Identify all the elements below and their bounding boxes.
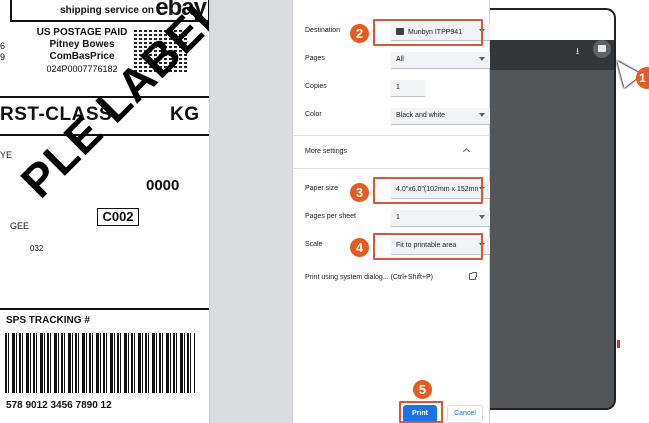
postage-line: US POSTAGE PAID <box>36 27 128 38</box>
print-button-highlight <box>399 401 443 423</box>
open-external-icon[interactable] <box>469 272 477 280</box>
step-badge: 3 <box>350 183 369 202</box>
more-settings-toggle[interactable]: More settings <box>305 143 485 163</box>
pages-value: All <box>396 56 404 63</box>
label-divider <box>0 308 209 310</box>
step-badge: 5 <box>413 380 432 399</box>
printer-icon[interactable] <box>593 40 611 58</box>
pages-per-sheet-label: Pages per sheet <box>305 213 356 220</box>
left-digit: 6 <box>0 41 6 51</box>
step-badge: 1 <box>636 67 649 89</box>
color-row: Color Black and white <box>305 106 491 126</box>
print-dialog: Destination Munbyn ITPP941 Pages All Cop… <box>292 0 491 423</box>
pages-per-sheet-value: 1 <box>396 214 400 221</box>
scale-label: Scale <box>305 241 323 248</box>
chevron-up-icon <box>462 147 471 156</box>
chevron-down-icon <box>479 113 485 117</box>
postage-line: Pitney Bowes <box>49 39 115 50</box>
pages-row: Pages All <box>305 50 491 70</box>
copies-input[interactable]: 1 <box>391 80 425 97</box>
color-value: Black and white <box>396 112 446 119</box>
paper-size-label: Paper size <box>305 185 339 192</box>
ye-text: YE <box>0 150 13 160</box>
viewer-header <box>490 10 614 40</box>
tracking-barcode <box>5 333 195 393</box>
left-digit: 9 <box>0 52 6 62</box>
cancel-button[interactable]: Cancel <box>447 405 483 423</box>
viewer-frame <box>490 8 616 410</box>
pdf-viewer: ⭳ <box>490 0 618 423</box>
copies-row: Copies 1 <box>305 78 485 98</box>
printer-glyph <box>598 45 606 52</box>
pages-per-sheet-select[interactable]: 1 <box>391 210 491 227</box>
copies-label: Copies <box>305 83 327 90</box>
download-icon[interactable]: ⭳ <box>576 44 579 60</box>
postage-line: ComBasPrice <box>49 51 115 62</box>
destination-label: Destination <box>305 27 341 34</box>
n32-text: 032 <box>30 244 44 253</box>
color-select[interactable]: Black and white <box>391 108 491 125</box>
color-label: Color <box>305 111 322 118</box>
step-badge: 4 <box>350 238 369 257</box>
pages-per-sheet-row: Pages per sheet 1 <box>305 208 491 228</box>
dialog-divider <box>293 168 491 169</box>
box-code: C002 <box>97 208 139 226</box>
chevron-down-icon <box>479 215 485 219</box>
chevron-down-icon <box>479 57 485 61</box>
scale-highlight <box>373 233 483 260</box>
destination-highlight <box>373 19 483 46</box>
system-dialog-link[interactable]: Print using system dialog... (Ctrl+Shift… <box>305 274 433 281</box>
gray-gutter <box>210 0 292 423</box>
left-digits: 6 9 <box>0 41 5 63</box>
viewer-edge-marker <box>617 340 620 348</box>
ebay-service-text: shipping service on <box>60 5 154 16</box>
zip-zeros: 0000 <box>146 177 180 194</box>
dialog-divider <box>293 135 491 136</box>
shipping-label-preview: shipping service on ebay US POSTAGE PAID… <box>0 0 210 423</box>
step-badge: 2 <box>350 24 369 43</box>
paper-size-highlight <box>373 177 483 204</box>
pages-label: Pages <box>305 55 325 62</box>
tracking-number: 578 9012 3456 7890 12 <box>6 400 112 411</box>
tracking-title: SPS TRACKING # <box>6 315 90 326</box>
pages-select[interactable]: All <box>391 52 491 69</box>
gee-text: GEE <box>10 221 30 231</box>
service-suffix: KG <box>169 104 200 125</box>
more-settings-label: More settings <box>305 148 348 155</box>
